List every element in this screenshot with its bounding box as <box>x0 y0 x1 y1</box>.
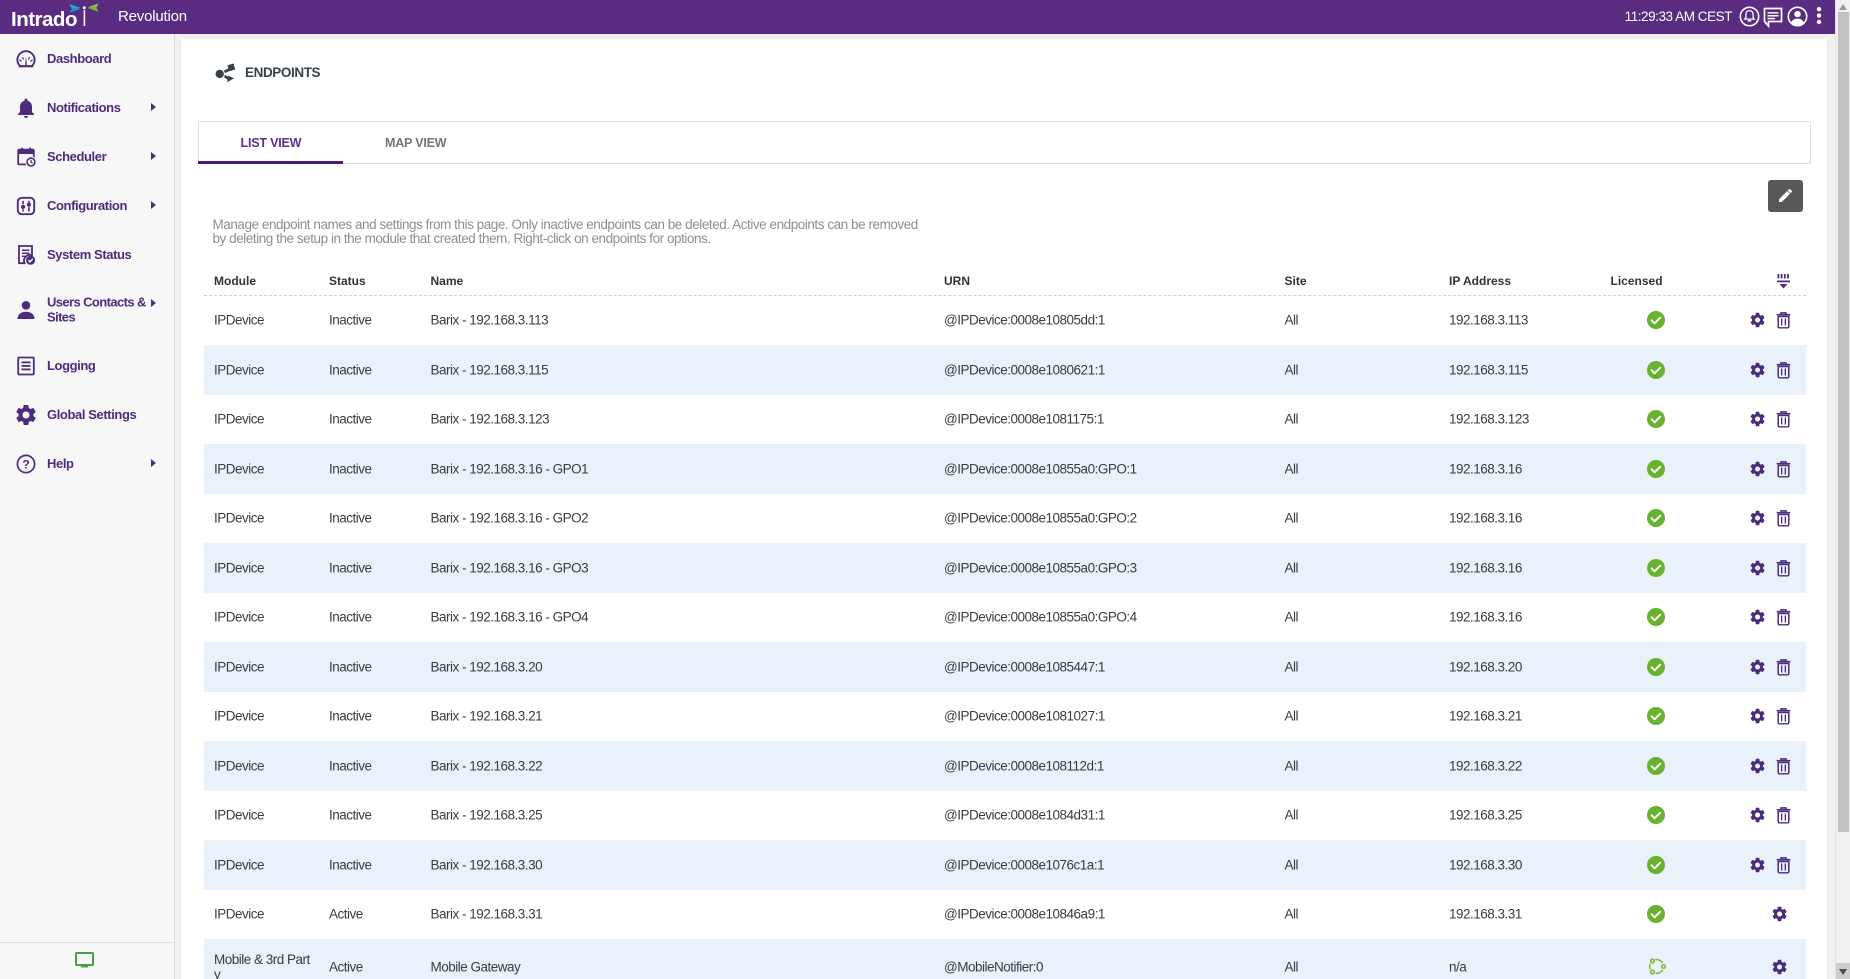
svg-text:?: ? <box>22 457 29 471</box>
svg-text:Intrado: Intrado <box>11 8 77 31</box>
